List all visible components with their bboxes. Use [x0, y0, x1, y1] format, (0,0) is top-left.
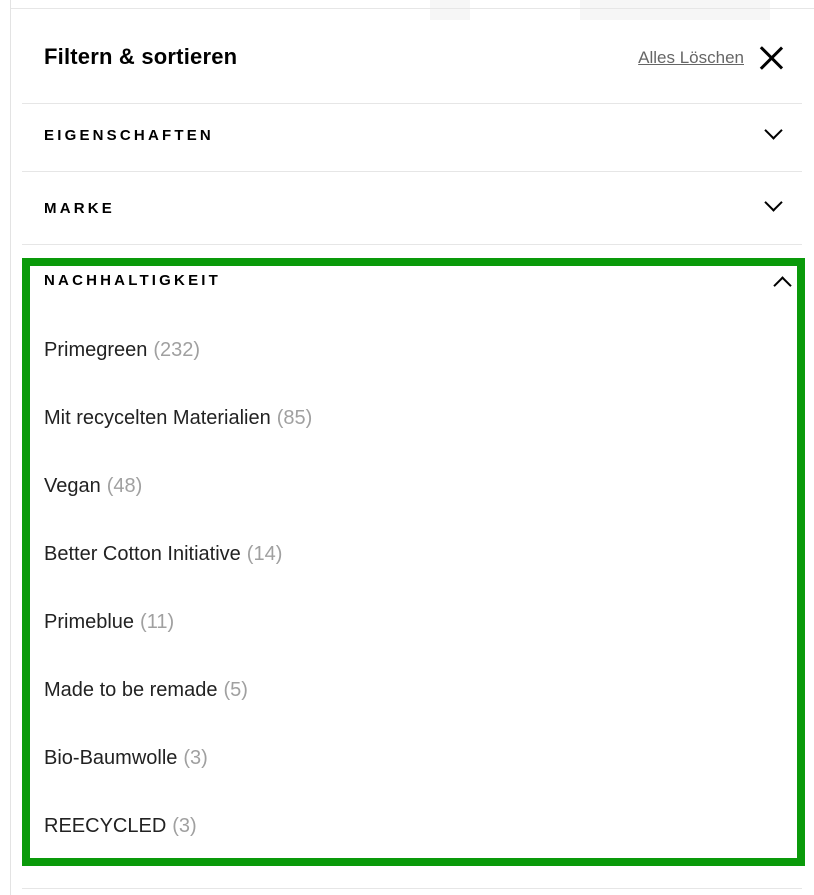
filter-option[interactable]: Better Cotton Initiative (14)	[44, 540, 312, 608]
chevron-down-icon	[764, 193, 783, 212]
option-label: Vegan	[44, 475, 101, 497]
option-label: REECYCLED	[44, 815, 167, 837]
option-count: (85)	[276, 407, 313, 429]
option-count: (5)	[223, 679, 248, 701]
panel-left-edge	[10, 0, 11, 895]
chevron-down-icon	[764, 121, 783, 140]
panel-header: Filtern & sortieren Alles Löschen	[22, 26, 802, 104]
background-shade	[580, 0, 770, 20]
option-label: Better Cotton Initiative	[44, 543, 241, 565]
option-label: Primegreen	[44, 339, 148, 361]
section-nachhaltigkeit[interactable]: NACHHALTIGKEIT	[44, 272, 221, 289]
filter-option[interactable]: Mit recycelten Materialien (85)	[44, 404, 312, 472]
filter-option[interactable]: Primeblue (11)	[44, 608, 312, 676]
section-marke[interactable]: MARKE	[22, 172, 802, 245]
background-shade	[430, 0, 470, 20]
option-label: Made to be remade	[44, 679, 218, 701]
section-eigenschaften[interactable]: EIGENSCHAFTEN	[22, 104, 802, 172]
panel-title: Filtern & sortieren	[44, 44, 238, 69]
filter-option[interactable]: Vegan (48)	[44, 472, 312, 540]
filter-panel: Filtern & sortieren Alles Löschen EIGENS…	[0, 0, 814, 895]
close-icon[interactable]	[758, 44, 784, 70]
top-divider	[10, 8, 814, 9]
clear-all-link[interactable]: Alles Löschen	[638, 48, 744, 68]
bottom-divider	[22, 888, 802, 889]
option-count: (232)	[153, 339, 201, 361]
option-label: Primeblue	[44, 611, 135, 633]
option-label: Mit recycelten Materialien	[44, 407, 271, 429]
option-count: (3)	[172, 815, 197, 837]
section-label: EIGENSCHAFTEN	[44, 127, 214, 144]
filter-option[interactable]: Bio-Baumwolle (3)	[44, 744, 312, 812]
option-count: (48)	[106, 475, 143, 497]
section-label: MARKE	[44, 200, 115, 217]
option-label: Bio-Baumwolle	[44, 747, 178, 769]
filter-option[interactable]: REECYCLED (3)	[44, 812, 312, 880]
filter-option[interactable]: Primegreen (232)	[44, 336, 312, 404]
option-count: (11)	[140, 611, 175, 633]
filter-option[interactable]: Made to be remade (5)	[44, 676, 312, 744]
option-count: (14)	[246, 543, 283, 565]
sustainability-options-list: Primegreen (232) Mit recycelten Materiali…	[44, 336, 312, 880]
option-count: (3)	[183, 747, 208, 769]
